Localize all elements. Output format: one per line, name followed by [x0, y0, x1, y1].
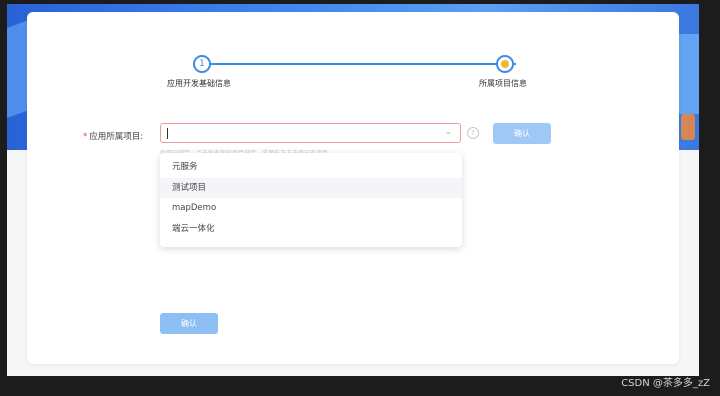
step-1-number: 1 [199, 59, 205, 69]
help-icon[interactable]: ? [467, 127, 479, 139]
text-cursor [167, 128, 168, 139]
dropdown-option-2[interactable]: 测试项目 [160, 177, 462, 198]
project-dropdown: 元服务 测试项目 mapDemo 端云一体化 [160, 153, 462, 247]
project-field-label: * 应用所属项目: [83, 130, 143, 142]
dropdown-option-4[interactable]: 端云一体化 [160, 219, 462, 240]
step-2-label: 所属项目信息 [479, 79, 527, 88]
step-2-indicator [496, 55, 514, 73]
required-mark: * [83, 132, 88, 142]
step-1-indicator: 1 [193, 55, 211, 73]
step-1-label: 应用开发基础信息 [167, 79, 231, 88]
active-step-dot-icon [501, 60, 509, 68]
csdn-watermark: CSDN @茶多多_zZ [621, 378, 710, 389]
chevron-down-icon[interactable]: ⌄ [444, 127, 452, 137]
banner-decoration-left [7, 19, 29, 119]
banner-decoration-orange [681, 114, 695, 140]
steps-progress-line [210, 63, 516, 65]
banner-decoration-right [677, 34, 699, 114]
confirm-project-button[interactable]: 确认 [493, 123, 551, 144]
dropdown-option-3[interactable]: mapDemo [160, 198, 462, 219]
dropdown-option-1[interactable]: 元服务 [160, 157, 462, 178]
app-canvas: 1 应用开发基础信息 所属项目信息 *应用所属项目: ⌄ ? 确认 如您已绑定，… [7, 4, 699, 376]
submit-button[interactable]: 确认 [160, 313, 218, 334]
form-card: 1 应用开发基础信息 所属项目信息 *应用所属项目: ⌄ ? 确认 如您已绑定，… [27, 12, 679, 364]
project-field-label-text: 应用所属项目: [89, 132, 144, 142]
project-select[interactable]: ⌄ [160, 123, 461, 143]
